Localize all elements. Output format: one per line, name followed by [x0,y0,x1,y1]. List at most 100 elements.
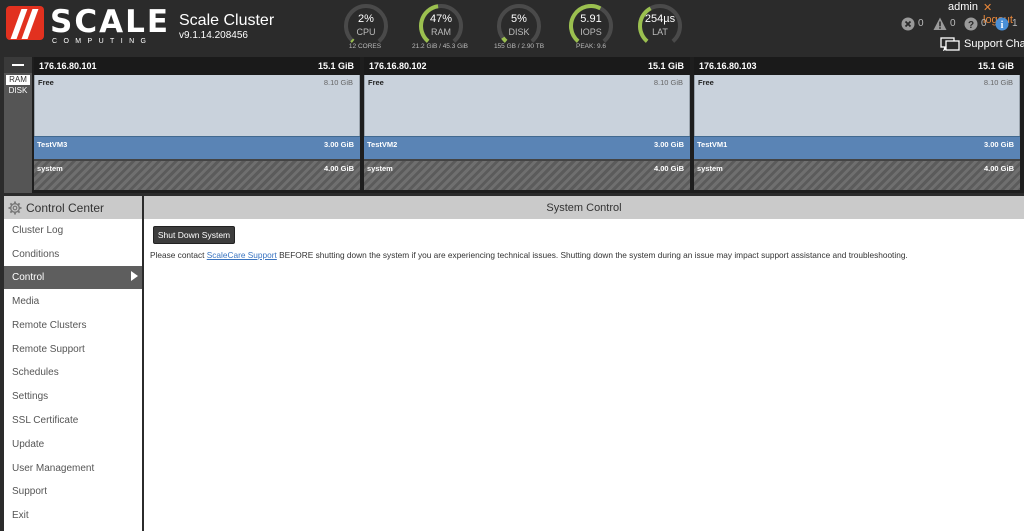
node-header: 176.16.80.102 15.1 GiB [364,57,690,75]
sidebar-item-update[interactable]: Update [4,433,142,456]
gauge-label: DISK [508,27,530,37]
node-card[interactable]: 176.16.80.101 15.1 GiB Free 8.10 GiB Tes… [34,57,360,190]
gauge-label: RAM [431,27,451,37]
free-label: Free [698,78,714,87]
sidebar-item-label: Remote Clusters [12,320,87,331]
vm-size: 3.00 GiB [323,140,354,149]
warning-icon [933,17,947,30]
node-ip: 176.16.80.101 [39,61,97,71]
sidebar-item-label: Control [12,272,45,283]
system-label: system [37,164,63,173]
node-total: 15.1 GiB [977,61,1014,71]
ram-toggle[interactable]: RAM [6,75,30,85]
ram-bar: Free 8.10 GiB TestVM3 3.00 GiB system 4.… [34,75,360,190]
free-label: Free [368,78,384,87]
ram-bar: Free 8.10 GiB TestVM2 3.00 GiB system 4.… [364,75,690,190]
node-card[interactable]: 176.16.80.103 15.1 GiB Free 8.10 GiB Tes… [694,57,1020,190]
sidebar-item-label: Settings [12,391,49,402]
system-control-panel: System Control Shut Down System Please c… [144,196,1024,531]
sidebar-item-label: Schedules [12,367,59,378]
chat-icon [940,37,960,51]
sidebar-item-label: Support [12,486,48,497]
sidebar-item-user-management[interactable]: User Management [4,457,142,480]
sidebar-item-label: Cluster Log [12,225,64,236]
gear-icon [8,201,22,215]
node-card[interactable]: 176.16.80.102 15.1 GiB Free 8.10 GiB Tes… [364,57,690,190]
top-bar: SCALE COMPUTING Scale Cluster v9.1.14.20… [0,0,1024,56]
sidebar-header: Control Center [4,196,142,219]
vm-segment[interactable]: TestVM3 3.00 GiB [34,136,360,159]
sidebar-item-label: Exit [12,510,29,521]
sidebar-item-exit[interactable]: Exit [4,504,142,527]
gauge-label: LAT [652,27,668,37]
free-segment: Free 8.10 GiB [364,75,690,136]
gauge-value: 254µs [644,13,676,25]
vm-segment[interactable]: TestVM2 3.00 GiB [364,136,690,159]
sidebar-title: Control Center [26,201,105,215]
sidebar-item-ssl-certificate[interactable]: SSL Certificate [4,409,142,432]
node-header: 176.16.80.101 15.1 GiB [34,57,360,75]
logo-mark [6,6,44,40]
free-size: 8.10 GiB [653,78,683,87]
control-center-sidebar: Control Center Cluster Log Conditions Co… [4,196,142,531]
vm-size: 3.00 GiB [653,140,684,149]
shut-down-system-button[interactable]: Shut Down System [153,226,235,244]
gauge-label: CPU [356,27,376,37]
node-ip: 176.16.80.103 [699,61,757,71]
sidebar-item-support[interactable]: Support [4,480,142,503]
node-header: 176.16.80.103 15.1 GiB [694,57,1020,75]
gauge-value: 5.91 [580,13,602,25]
disk-toggle[interactable]: DISK [6,86,30,96]
sidebar-item-remote-support[interactable]: Remote Support [4,338,142,361]
sidebar-item-label: Media [12,296,40,307]
scalecare-support-link[interactable]: ScaleCare Support [207,250,277,260]
username: admin [948,1,978,13]
sidebar-item-label: Update [12,439,45,450]
panel-header: System Control [144,196,1024,219]
sidebar-item-media[interactable]: Media [4,290,142,313]
question-icon: ? [964,17,978,31]
logo-subtext: COMPUTING [52,38,153,45]
system-size: 4.00 GiB [983,164,1014,173]
notice-text-before: Please contact [150,250,207,260]
vm-label: TestVM1 [697,140,728,149]
sidebar-item-settings[interactable]: Settings [4,385,142,408]
logout-icon: ✕ [983,2,993,14]
vm-size: 3.00 GiB [983,140,1014,149]
free-label: Free [38,78,54,87]
sidebar-item-label: User Management [12,463,95,474]
sidebar-item-cluster-log[interactable]: Cluster Log [4,219,142,242]
system-segment: system 4.00 GiB [364,159,690,190]
info-count: 1 [1012,18,1018,29]
gauge-fill [350,38,355,43]
gauge-value: 2% [358,13,374,25]
sidebar-item-schedules[interactable]: Schedules [4,361,142,384]
sidebar-item-label: Remote Support [12,344,85,355]
scale-logo[interactable]: SCALE COMPUTING [6,4,168,46]
node-ip: 176.16.80.102 [369,61,427,71]
sidebar-item-remote-clusters[interactable]: Remote Clusters [4,314,142,337]
sidebar-item-label: Conditions [12,249,60,260]
panel-title: System Control [546,202,622,214]
sidebar-item-control[interactable]: Control [4,266,142,289]
shutdown-notice: Please contact ScaleCare Support BEFORE … [150,250,908,260]
system-label: system [367,164,393,173]
vm-label: TestVM2 [367,140,398,149]
sidebar-item-conditions[interactable]: Conditions [4,243,142,266]
iops-gauge-subtext: PEAK: 9.6 [576,43,606,50]
system-segment: system 4.00 GiB [694,159,1020,190]
error-count: 0 [918,18,924,29]
ram-bar: Free 8.10 GiB TestVM1 3.00 GiB system 4.… [694,75,1020,190]
free-segment: Free 8.10 GiB [34,75,360,136]
resource-toggle: RAM DISK [4,57,32,193]
free-size: 8.10 GiB [983,78,1013,87]
question-count: 0 [981,18,987,29]
svg-text:?: ? [968,20,974,31]
vm-segment[interactable]: TestVM1 3.00 GiB [694,136,1020,159]
minus-icon [12,64,24,66]
svg-text:i: i [1001,20,1004,31]
collapse-button[interactable] [4,57,32,73]
latency-gauge: 254µs LAT [637,3,683,49]
gauge-value: 47% [429,13,453,25]
logo-text: SCALE [50,4,170,40]
